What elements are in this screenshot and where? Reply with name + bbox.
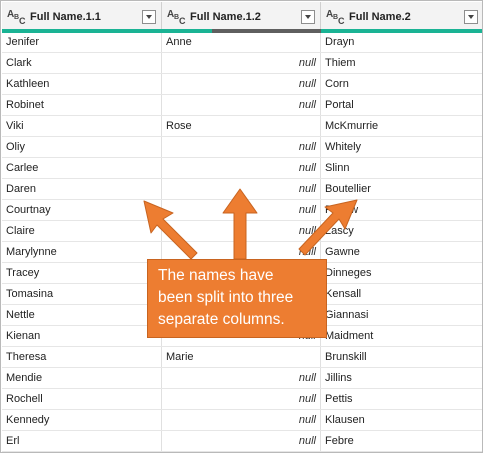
table-cell[interactable]: Dinneges [321,263,482,283]
text-type-icon[interactable]: A B C [325,8,347,26]
table-cell[interactable]: Viki [2,116,162,136]
text-type-icon[interactable]: A B C [6,8,28,26]
table-row[interactable]: Daren null Boutellier [2,179,482,200]
table-row[interactable]: Oliy null Whitely [2,137,482,158]
column-header-full-name-2[interactable]: A B C Full Name.2 [321,2,482,33]
table-cell[interactable]: Kienan [2,326,162,346]
table-cell[interactable]: Maidment [321,326,482,346]
table-cell[interactable]: Jenifer [2,32,162,52]
table-cell[interactable]: Pettis [321,389,482,409]
table-cell[interactable]: Clark [2,53,162,73]
column-title: Full Name.1.2 [190,11,261,23]
table-cell[interactable]: null [162,368,321,388]
column-header-full-name-1-1[interactable]: A B C Full Name.1.1 [2,2,162,33]
table-cell[interactable]: Drayn [321,32,482,52]
table-cell[interactable]: null [162,95,321,115]
table-cell[interactable]: Giannasi [321,305,482,325]
table-cell[interactable]: Brunskill [321,347,482,367]
column-quality-bar [321,29,482,33]
data-rows: Jenifer Anne Drayn Clark null Thiem Kathleen nu… [2,32,482,452]
table-cell[interactable]: Klausen [321,410,482,430]
table-cell[interactable]: null [162,389,321,409]
table-row[interactable]: Carlee null Slinn [2,158,482,179]
table-cell[interactable]: Febre [321,431,482,451]
table-row[interactable]: Rochell null Pettis [2,389,482,410]
column-header-full-name-1-2[interactable]: A B C Full Name.1.2 [162,2,321,33]
table-cell[interactable]: null [162,137,321,157]
table-cell[interactable]: null [162,221,321,241]
table-cell[interactable]: Kennedy [2,410,162,430]
table-cell[interactable]: Portal [321,95,482,115]
filter-dropdown-icon[interactable] [142,10,156,24]
column-quality-bar [162,29,212,33]
table-cell[interactable]: McKmurrie [321,116,482,136]
table-cell[interactable]: Nettle [2,305,162,325]
table-row[interactable]: Erl null Febre [2,431,482,452]
table-row[interactable]: Mendie null Jillins [2,368,482,389]
column-title: Full Name.2 [349,11,411,23]
table-cell[interactable]: Whitely [321,137,482,157]
text-type-icon[interactable]: A B C [166,8,188,26]
table-row[interactable]: Clark null Thiem [2,53,482,74]
table-cell[interactable]: Tomasina [2,284,162,304]
table-cell[interactable]: null [162,53,321,73]
table-cell[interactable]: null [162,179,321,199]
callout-line: separate columns. [158,311,285,328]
table-cell[interactable]: Thiem [321,53,482,73]
column-title: Full Name.1.1 [30,11,101,23]
table-row[interactable]: Kathleen null Corn [2,74,482,95]
table-cell[interactable]: null [162,200,321,220]
table-cell[interactable]: Kathleen [2,74,162,94]
table-cell[interactable]: Lascy [321,221,482,241]
table-cell[interactable]: Marylynne [2,242,162,262]
table-cell[interactable]: Erl [2,431,162,451]
table-cell[interactable]: Corn [321,74,482,94]
table-cell[interactable]: Theresa [2,347,162,367]
column-quality-bar-empty [212,29,321,33]
table-cell[interactable]: Marie [162,347,321,367]
table-cell[interactable]: null [162,431,321,451]
table-cell[interactable]: null [162,158,321,178]
table-row[interactable]: Kennedy null Klausen [2,410,482,431]
table-cell[interactable]: null [162,74,321,94]
filter-dropdown-icon[interactable] [301,10,315,24]
table-cell[interactable]: Courtnay [2,200,162,220]
table-row[interactable]: Theresa Marie Brunskill [2,347,482,368]
callout-line: The names have [158,267,274,284]
filter-dropdown-icon[interactable] [464,10,478,24]
explanation-callout: The names have been split into three sep… [147,259,327,338]
table-cell[interactable]: null [162,410,321,430]
table-cell[interactable]: Pexow [321,200,482,220]
table-cell[interactable]: Rose [162,116,321,136]
column-header-row: A B C Full Name.1.1 A B C Full Name.1.2 [2,2,482,33]
table-cell[interactable]: Slinn [321,158,482,178]
table-row[interactable]: Viki Rose McKmurrie [2,116,482,137]
callout-line: been split into three [158,289,294,306]
table-cell[interactable]: Daren [2,179,162,199]
table-cell[interactable]: Rochell [2,389,162,409]
data-grid: A B C Full Name.1.1 A B C Full Name.1.2 [2,2,482,452]
table-cell[interactable]: Carlee [2,158,162,178]
query-preview-window: A B C Full Name.1.1 A B C Full Name.1.2 [0,0,483,453]
table-cell[interactable]: Tracey [2,263,162,283]
table-row[interactable]: Jenifer Anne Drayn [2,32,482,53]
table-cell[interactable]: Mendie [2,368,162,388]
table-cell[interactable]: Gawne [321,242,482,262]
table-row[interactable]: Robinet null Portal [2,95,482,116]
table-row[interactable]: Courtnay null Pexow [2,200,482,221]
table-cell[interactable]: Claire [2,221,162,241]
table-cell[interactable]: Jillins [321,368,482,388]
table-cell[interactable]: Robinet [2,95,162,115]
column-quality-bar [2,29,162,33]
table-cell[interactable]: Anne [162,32,321,52]
table-cell[interactable]: Oliy [2,137,162,157]
table-cell[interactable]: Boutellier [321,179,482,199]
table-cell[interactable]: Kensall [321,284,482,304]
table-row[interactable]: Claire null Lascy [2,221,482,242]
